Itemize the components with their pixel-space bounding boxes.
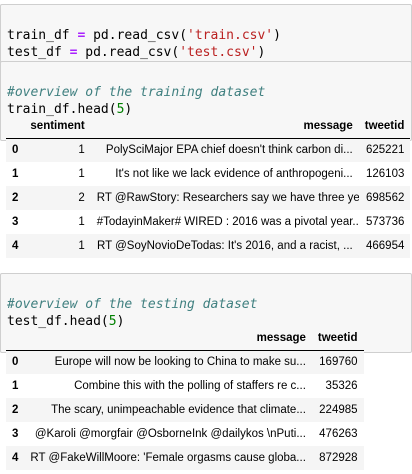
column-header-sentiment: sentiment [24, 114, 91, 139]
message-cell: #TodayinMaker# WIRED : 2016 was a pivota… [96, 216, 359, 228]
code-comment: #overview of the training dataset [7, 85, 266, 100]
index-header [6, 114, 25, 139]
tweetid-cell: 169760 [319, 356, 358, 369]
tweetid-cell: 625221 [365, 144, 405, 157]
tweetid-cell: 224985 [319, 404, 358, 416]
row-index: 4 [12, 452, 19, 464]
tweetid-cell: 126103 [365, 168, 405, 180]
table-row: 2 The scary, unimpeachable evidence that… [6, 398, 364, 422]
close-paren: ) [257, 45, 266, 60]
sentiment-cell: 1 [78, 240, 85, 252]
message-cell: PolySciMajor EPA chief doesn't think car… [105, 144, 353, 157]
sentiment-cell: 1 [78, 144, 85, 157]
column-header-message: message [90, 114, 359, 139]
variable-name: train_df [7, 28, 70, 43]
table-row: 1 Combine this with the polling of staff… [6, 374, 364, 398]
table-row: 4 RT @FakeWillMoore: 'Female orgasms cau… [6, 446, 364, 470]
column-header-message: message [24, 326, 312, 351]
row-index: 0 [12, 144, 19, 157]
row-index: 1 [12, 168, 19, 180]
message-cell: @Karoli @morgfair @OsborneInk @dailykos … [34, 428, 306, 440]
row-index: 3 [12, 216, 19, 228]
table-row: 0 Europe will now be looking to China to… [6, 350, 364, 374]
message-cell: RT @FakeWillMoore: 'Female orgasms cause… [30, 452, 306, 464]
code-line: test_df = pd.read_csv('test.csv') [7, 44, 405, 61]
sentiment-cell: 1 [78, 216, 85, 228]
variable-name: test_df [7, 45, 62, 60]
message-cell: Europe will now be looking to China to m… [54, 356, 306, 369]
table-row: 1 1 It's not like we lack evidence of an… [6, 162, 410, 186]
assign-operator: = [69, 45, 78, 60]
table-header-row: message tweetid [6, 326, 364, 351]
table-row: 0 1 PolySciMajor EPA chief doesn't think… [6, 138, 411, 162]
row-index: 4 [12, 240, 19, 252]
code-line: train_df = pd.read_csv('train.csv') [7, 27, 405, 44]
row-index: 3 [12, 428, 19, 440]
message-cell: Combine this with the polling of staffer… [74, 380, 306, 392]
message-cell: The scary, unimpeachable evidence that c… [51, 404, 306, 416]
message-cell: RT @SoyNovioDeTodas: It's 2016, and a ra… [97, 240, 353, 252]
tweetid-cell: 573736 [365, 216, 405, 228]
table-row: 3 1 #TodayinMaker# WIRED : 2016 was a pi… [6, 210, 410, 234]
function-call: pd.read_csv( [93, 28, 188, 43]
column-header-tweetid: tweetid [311, 326, 364, 351]
message-cell: It's not like we lack evidence of anthro… [115, 168, 353, 180]
sentiment-cell: 2 [78, 192, 85, 204]
row-index: 2 [12, 404, 19, 416]
string-literal: 'test.csv' [179, 45, 258, 60]
function-call: pd.read_csv( [85, 45, 180, 60]
row-index: 1 [12, 380, 19, 392]
close-paren: ) [273, 28, 281, 43]
row-index: 0 [12, 356, 19, 369]
tweetid-cell: 466954 [365, 240, 405, 252]
tweetid-cell: 698562 [365, 192, 405, 204]
tweetid-cell: 476263 [319, 428, 358, 440]
row-index: 2 [12, 192, 19, 204]
string-literal: 'train.csv' [187, 28, 274, 43]
column-header-tweetid: tweetid [358, 114, 411, 139]
tweetid-cell: 872928 [319, 452, 358, 464]
index-header [6, 326, 25, 351]
sentiment-cell: 1 [78, 168, 85, 180]
tweetid-cell: 35326 [325, 380, 358, 392]
table-row: 4 1 RT @SoyNovioDeTodas: It's 2016, and … [6, 234, 411, 258]
train-dataframe-table: sentiment message tweetid 0 1 PolySciMaj… [6, 114, 411, 258]
message-cell: RT @RawStory: Researchers say we have th… [96, 192, 359, 204]
test-dataframe-table: message tweetid 0 Europe will now be loo… [6, 326, 364, 470]
code-comment: #overview of the testing dataset [7, 297, 258, 312]
table-row: 2 2 RT @RawStory: Researchers say we hav… [6, 186, 411, 210]
assign-operator: = [77, 28, 86, 43]
table-header-row: sentiment message tweetid [6, 114, 411, 139]
table-row: 3 @Karoli @morgfair @OsborneInk @dailyko… [6, 422, 364, 446]
